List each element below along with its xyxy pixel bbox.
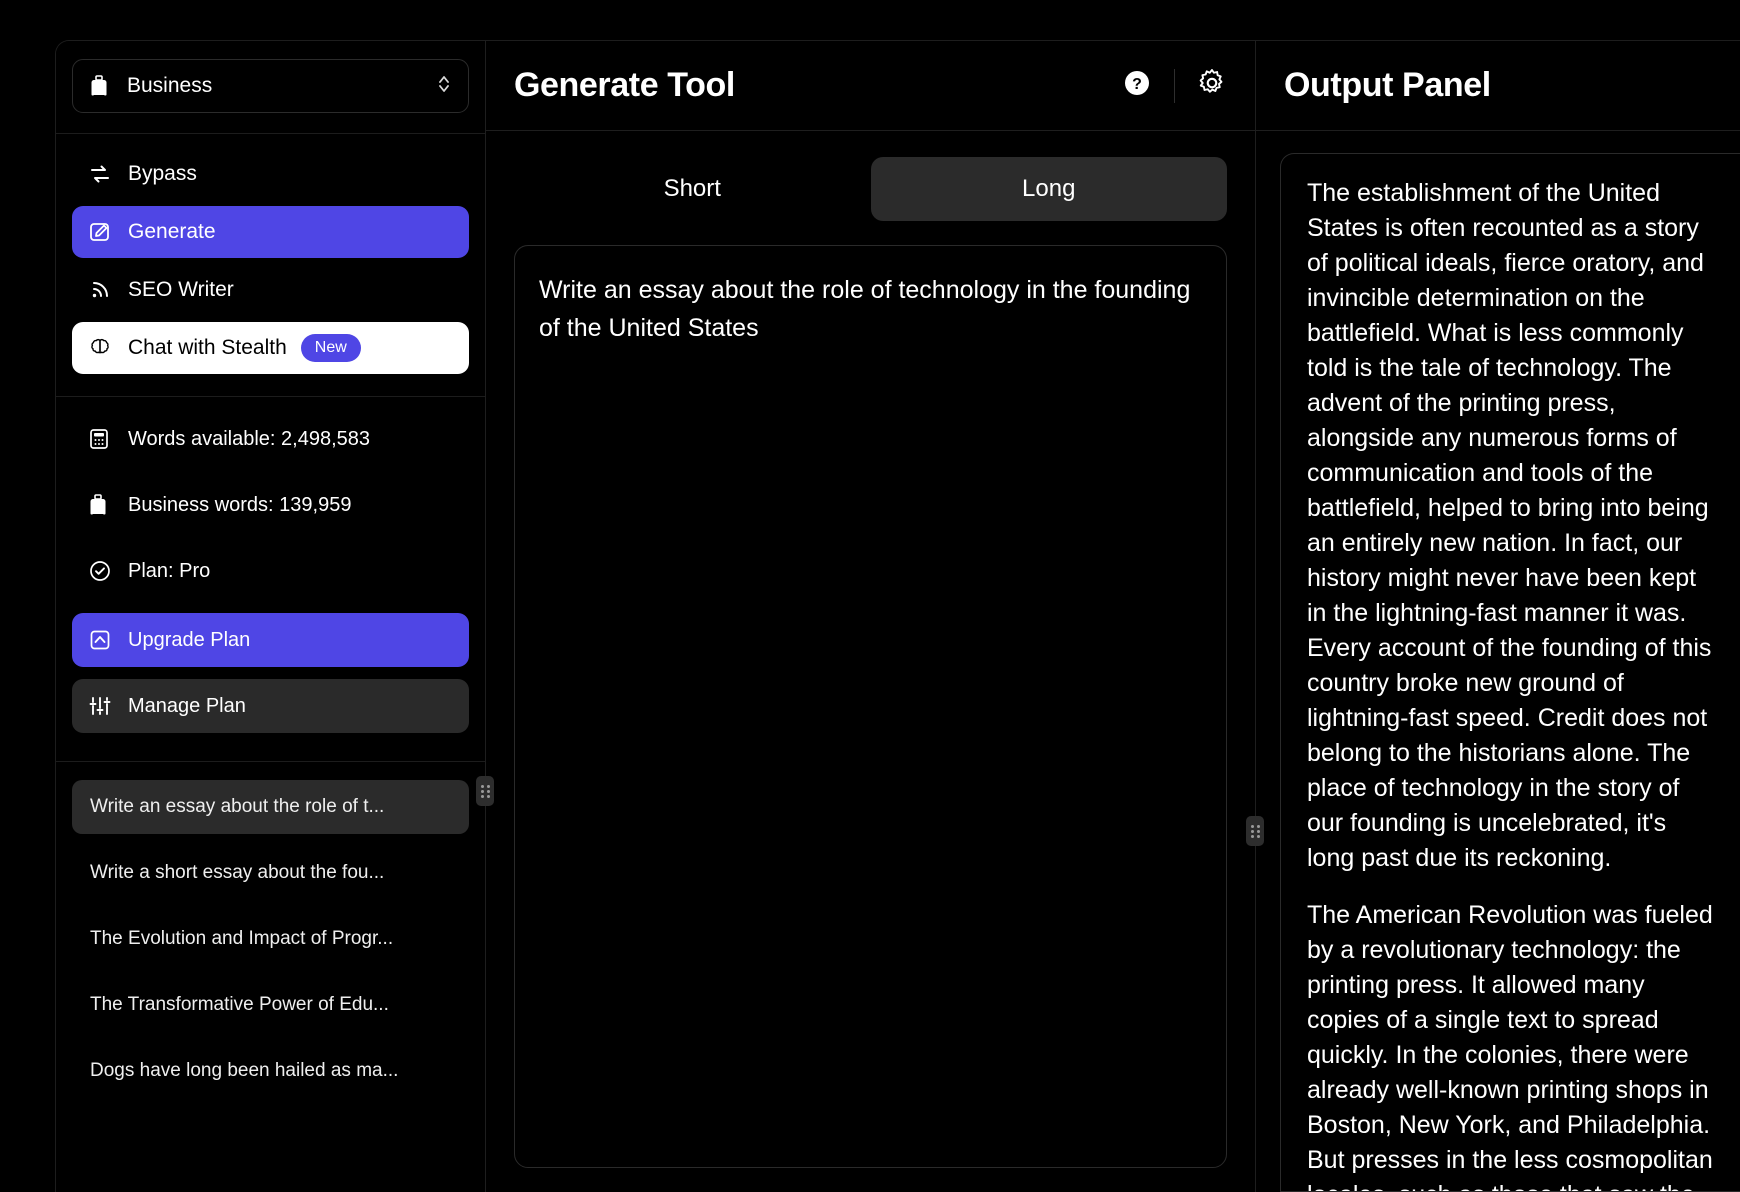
list-item[interactable]: The Evolution and Impact of Progr... <box>72 912 469 966</box>
upgrade-plan-label: Upgrade Plan <box>128 629 250 652</box>
calculator-icon <box>88 428 118 450</box>
sidebar-item-generate[interactable]: Generate <box>72 206 469 258</box>
sidebar-item-label: Chat with Stealth <box>128 336 287 360</box>
sliders-icon <box>88 694 118 718</box>
tab-short[interactable]: Short <box>514 157 871 221</box>
center-resize-handle[interactable] <box>1246 816 1264 846</box>
tab-long[interactable]: Long <box>871 157 1228 221</box>
header-actions: ? <box>1122 68 1227 103</box>
generate-pencil-icon <box>88 220 118 244</box>
bypass-icon <box>88 162 118 186</box>
length-tabs: Short Long <box>514 157 1227 221</box>
stat-label: Plan: Pro <box>128 560 210 583</box>
manage-plan-label: Manage Plan <box>128 695 246 718</box>
svg-text:?: ? <box>1132 76 1142 93</box>
stat-words-available: Words available: 2,498,583 <box>72 415 469 463</box>
list-item[interactable]: The Transformative Power of Edu... <box>72 978 469 1032</box>
drag-dots-icon <box>1251 825 1260 838</box>
generate-tool-panel: Generate Tool ? Short Long Write an essa… <box>486 41 1256 1192</box>
drag-dots-icon <box>481 785 490 798</box>
header-divider <box>1174 69 1175 103</box>
sidebar-item-label: SEO Writer <box>128 278 234 302</box>
sidebar-item-chat-with-stealth[interactable]: Chat with Stealth New <box>72 322 469 374</box>
sidebar-item-seo-writer[interactable]: SEO Writer <box>72 264 469 316</box>
list-item[interactable]: Write a short essay about the fou... <box>72 846 469 900</box>
tab-label: Long <box>1022 175 1075 203</box>
history-item-label: The Evolution and Impact of Progr... <box>90 928 393 950</box>
status-badge: New <box>301 334 361 362</box>
prompt-input[interactable]: Write an essay about the role of technol… <box>514 245 1227 1168</box>
sidebar-resize-handle[interactable] <box>476 776 494 806</box>
history-item-label: Write an essay about the role of t... <box>90 796 384 818</box>
output-panel-title: Output Panel <box>1284 66 1712 105</box>
page-title: Generate Tool <box>514 66 1122 105</box>
output-paragraph: The American Revolution was fueled by a … <box>1307 898 1714 1192</box>
stat-label: Words available: 2,498,583 <box>128 428 370 451</box>
sidebar-item-bypass[interactable]: Bypass <box>72 148 469 200</box>
workspace-name: Business <box>127 74 436 98</box>
rss-icon <box>88 278 118 302</box>
history-list: Write an essay about the role of t... Wr… <box>56 762 485 1192</box>
briefcase-icon <box>88 494 118 516</box>
stat-plan: Plan: Pro <box>72 547 469 595</box>
workspace-block: Business <box>56 41 485 134</box>
output-panel: Output Panel The establishment of the Un… <box>1256 41 1740 1192</box>
sidebar-item-label: Bypass <box>128 162 197 186</box>
list-item[interactable]: Dogs have long been hailed as ma... <box>72 1044 469 1098</box>
tab-label: Short <box>664 175 721 203</box>
account-stats: Words available: 2,498,583 Business word… <box>56 397 485 762</box>
check-circle-icon <box>88 559 118 583</box>
output-text-area[interactable]: The establishment of the United States i… <box>1280 153 1740 1192</box>
upgrade-arrow-icon <box>88 628 118 652</box>
sidebar: Business Bypass Generate <box>56 41 486 1192</box>
gear-icon[interactable] <box>1197 68 1227 103</box>
list-item[interactable]: Write an essay about the role of t... <box>72 780 469 834</box>
brain-icon <box>88 336 118 360</box>
workspace-selector[interactable]: Business <box>72 59 469 113</box>
help-circle-icon[interactable]: ? <box>1122 68 1152 103</box>
generate-tool-header: Generate Tool ? <box>486 41 1255 131</box>
history-item-label: Dogs have long been hailed as ma... <box>90 1060 398 1082</box>
history-item-label: Write a short essay about the fou... <box>90 862 384 884</box>
manage-plan-button[interactable]: Manage Plan <box>72 679 469 733</box>
chevron-updown-icon <box>436 72 452 101</box>
app-window: Business Bypass Generate <box>55 40 1740 1192</box>
primary-nav: Bypass Generate SEO Writer Chat with Ste… <box>56 134 485 397</box>
history-item-label: The Transformative Power of Edu... <box>90 994 389 1016</box>
stat-label: Business words: 139,959 <box>128 494 351 517</box>
output-panel-header: Output Panel <box>1256 41 1740 131</box>
sidebar-item-label: Generate <box>128 220 216 244</box>
upgrade-plan-button[interactable]: Upgrade Plan <box>72 613 469 667</box>
stat-business-words: Business words: 139,959 <box>72 481 469 529</box>
briefcase-icon <box>89 75 115 97</box>
output-paragraph: The establishment of the United States i… <box>1307 176 1714 876</box>
